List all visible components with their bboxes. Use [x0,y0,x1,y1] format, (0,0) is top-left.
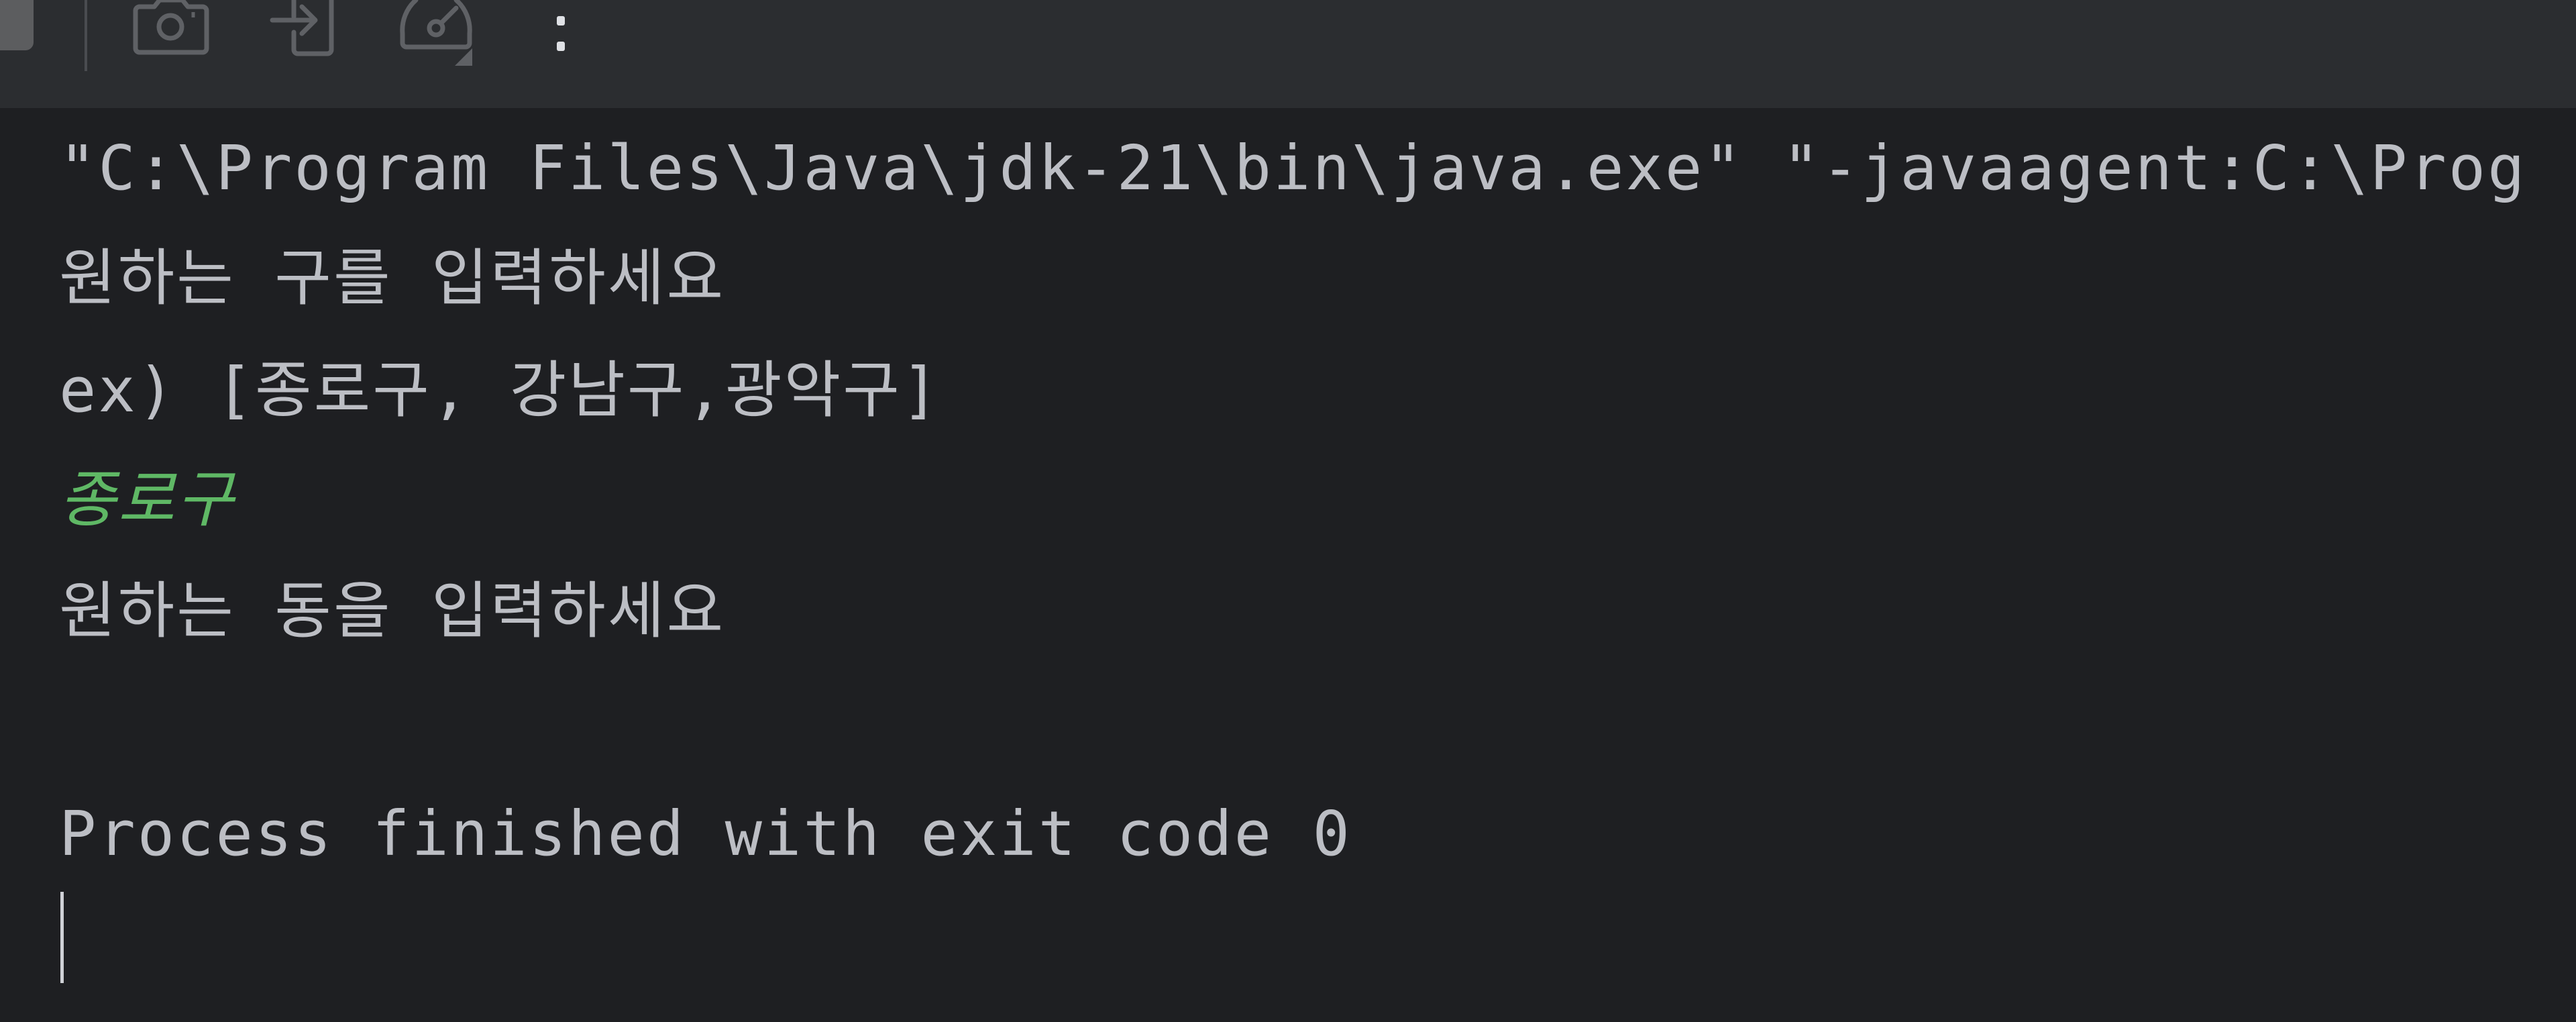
toolbar-separator [85,0,87,71]
run-console-output[interactable]: "C:\Program Files\Java\jdk-21\bin\java.e… [0,108,2576,1022]
camera-icon [133,0,209,55]
stop-button[interactable] [0,0,34,50]
more-options-button[interactable] [550,12,570,56]
login-arrow-icon [270,0,334,56]
import-button[interactable] [267,0,341,60]
console-line-command: "C:\Program Files\Java\jdk-21\bin\java.e… [59,132,2527,204]
console-line-user-input: 종로구 [59,464,235,535]
console-line-example: ex) [종로구, 강남구,광악구] [59,354,941,426]
screenshot-button[interactable] [127,0,215,60]
gauge-icon [400,0,472,66]
console-line-exit-status: Process finished with exit code 0 [59,798,1352,870]
text-caret [60,892,64,983]
console-line-prompt-district: 원하는 구를 입력하세요 [59,242,726,314]
console-toolbar [0,0,2576,108]
profiler-button[interactable] [389,0,496,74]
console-line-prompt-dong: 원하는 동을 입력하세요 [59,575,726,647]
